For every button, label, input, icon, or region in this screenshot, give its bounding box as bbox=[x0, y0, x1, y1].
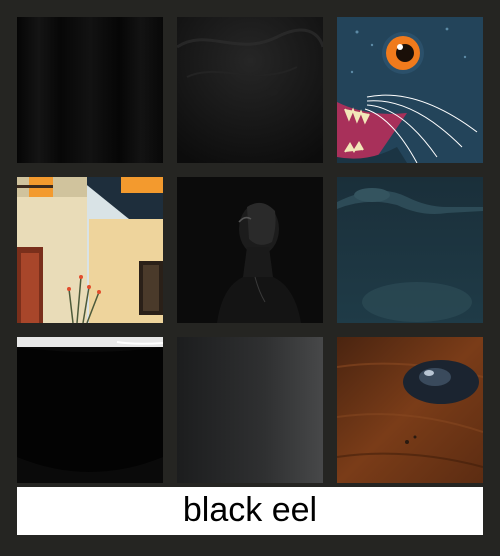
black-curtain-image bbox=[17, 17, 163, 163]
cream-house-image bbox=[17, 177, 163, 323]
wood-drop-image bbox=[337, 337, 483, 483]
image-tile-black-bowl bbox=[17, 337, 163, 483]
gray-gradient-image bbox=[177, 337, 323, 483]
image-tile-dark-water bbox=[177, 17, 323, 163]
image-tile-wood-drop bbox=[337, 337, 483, 483]
black-bowl-image bbox=[17, 337, 163, 483]
dark-water-image bbox=[177, 17, 323, 163]
portrait-image bbox=[177, 177, 323, 323]
image-tile-portrait bbox=[177, 177, 323, 323]
image-collage: black eel bbox=[0, 0, 500, 556]
image-tile-black-curtain bbox=[17, 17, 163, 163]
cartoon-eel-image bbox=[337, 17, 483, 163]
image-grid bbox=[17, 17, 483, 483]
image-tile-cartoon-eel bbox=[337, 17, 483, 163]
image-tile-cream-house bbox=[17, 177, 163, 323]
teal-eel-image bbox=[337, 177, 483, 323]
image-tile-gray-gradient bbox=[177, 337, 323, 483]
caption-text: black eel bbox=[182, 491, 318, 529]
caption-bar: black eel bbox=[17, 487, 483, 535]
image-tile-teal-eel bbox=[337, 177, 483, 323]
